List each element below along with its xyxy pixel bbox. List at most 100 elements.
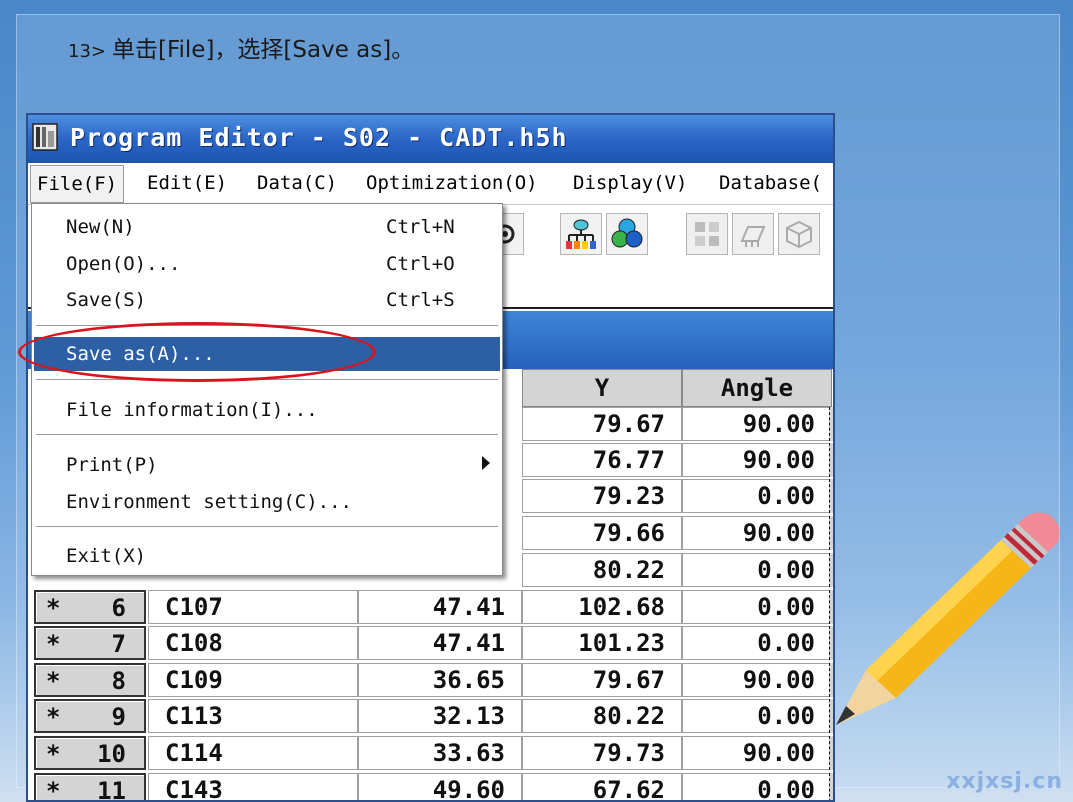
table-row[interactable]: * 10 C114 33.63 79.73 90.00 [28,736,833,772]
menu-item-open[interactable]: Open(O)... Ctrl+O [34,247,500,281]
table-row[interactable]: * 9 C113 32.13 80.22 0.00 [28,699,833,735]
cell-x[interactable]: 32.13 [358,699,522,733]
feeder-icon [740,226,766,247]
component-tree-icon [566,219,596,249]
table-row[interactable]: * 6 C107 47.41 102.68 0.00 [28,590,833,626]
menu-item-environment-setting[interactable]: Environment setting(C)... [34,485,500,519]
row-edge [829,407,833,441]
row-number: 6 [111,594,126,622]
feeder-button[interactable] [732,213,774,255]
menu-item-label: New(N) [66,216,135,238]
cell-y[interactable]: 79.67 [522,407,682,441]
menu-display[interactable]: Display(V) [573,172,687,194]
menu-item-label: File information(I)... [66,399,318,421]
row-mark: * [46,667,61,695]
menu-item-shortcut: Ctrl+N [386,216,455,238]
menu-item-label: Environment setting(C)... [66,491,352,513]
row-index[interactable]: * 6 [34,590,146,624]
column-header-y[interactable]: Y [522,369,682,407]
row-number: 9 [111,703,126,731]
table-row[interactable]: * 8 C109 36.65 79.67 90.00 [28,663,833,699]
menu-item-file-information[interactable]: File information(I)... [34,393,500,427]
menu-item-shortcut: Ctrl+S [386,289,455,311]
row-mark: * [46,703,61,731]
cell-angle[interactable]: 90.00 [682,736,832,770]
cell-y[interactable]: 79.23 [522,479,682,513]
row-index[interactable]: * 10 [34,736,146,770]
menu-item-save[interactable]: Save(S) Ctrl+S [34,283,500,317]
pencil-illustration [836,512,1060,725]
title-bar[interactable]: Program Editor - S02 - CADT.h5h [28,115,833,163]
cell-angle[interactable]: 0.00 [682,773,832,800]
cell-y[interactable]: 101.23 [522,626,682,660]
color-circles-button[interactable] [606,213,648,255]
cell-y[interactable]: 80.22 [522,553,682,587]
menu-edit[interactable]: Edit(E) [147,172,227,194]
cell-y[interactable]: 79.67 [522,663,682,697]
cell-x[interactable]: 47.41 [358,590,522,624]
menu-item-print[interactable]: Print(P) [34,448,500,482]
row-mark: * [46,777,61,802]
column-header-angle[interactable]: Angle [682,369,832,407]
program-app-icon [32,123,58,151]
row-index[interactable]: * 8 [34,663,146,697]
cell-x[interactable]: 49.60 [358,773,522,800]
cell-x[interactable]: 36.65 [358,663,522,697]
box-button[interactable] [778,213,820,255]
cell-angle[interactable]: 0.00 [682,553,832,587]
menu-item-new[interactable]: New(N) Ctrl+N [34,210,500,244]
color-circles-icon [611,218,643,248]
cell-x[interactable]: 33.63 [358,736,522,770]
cell-ref[interactable]: C107 [148,590,358,624]
cell-y[interactable]: 79.73 [522,736,682,770]
cell-ref[interactable]: C109 [148,663,358,697]
step-text: 单击[File]，选择[Save as]。 [112,37,415,63]
row-mark: * [46,594,61,622]
cell-ref[interactable]: C113 [148,699,358,733]
row-index[interactable]: * 11 [34,773,146,802]
menu-item-label: Save(S) [66,289,147,311]
row-index[interactable]: * 7 [34,626,146,660]
cell-y[interactable]: 76.77 [522,443,682,477]
grid-icon [695,222,719,246]
cell-ref[interactable]: C114 [148,736,358,770]
menu-item-exit[interactable]: Exit(X) [34,539,500,573]
row-mark: * [46,740,61,768]
grid-button[interactable] [686,213,728,255]
cell-ref[interactable]: C108 [148,626,358,660]
menu-optimization[interactable]: Optimization(O) [366,172,538,194]
menu-item-shortcut: Ctrl+O [386,253,455,275]
cell-y[interactable]: 67.62 [522,773,682,800]
cell-angle[interactable]: 90.00 [682,443,832,477]
watermark: xxjxsj.cn [946,769,1063,794]
menu-separator [36,434,498,436]
menu-item-label: Print(P) [66,454,158,476]
component-tree-button[interactable] [560,213,602,255]
cell-angle[interactable]: 0.00 [682,626,832,660]
cell-angle[interactable]: 0.00 [682,479,832,513]
cell-angle[interactable]: 90.00 [682,663,832,697]
cell-y[interactable]: 80.22 [522,699,682,733]
table-row[interactable]: * 11 C143 49.60 67.62 0.00 [28,773,833,802]
cell-y[interactable]: 79.66 [522,516,682,550]
cell-angle[interactable]: 0.00 [682,590,832,624]
row-number: 11 [97,777,126,802]
row-index[interactable]: * 9 [34,699,146,733]
cell-angle[interactable]: 90.00 [682,407,832,441]
cell-angle[interactable]: 0.00 [682,699,832,733]
table-row[interactable]: * 7 C108 47.41 101.23 0.00 [28,626,833,662]
row-number: 8 [111,667,126,695]
window-title: Program Editor - S02 - CADT.h5h [70,123,568,152]
step-number: 13> [68,41,106,62]
menu-file[interactable]: File(F) [30,165,125,203]
menu-separator [36,526,498,528]
menu-data[interactable]: Data(C) [257,172,337,194]
row-number: 10 [97,740,126,768]
row-edge [829,443,833,477]
cell-angle[interactable]: 90.00 [682,516,832,550]
cell-y[interactable]: 102.68 [522,590,682,624]
menu-database[interactable]: Database( [719,172,822,194]
box-icon [786,220,812,249]
cell-x[interactable]: 47.41 [358,626,522,660]
cell-ref[interactable]: C143 [148,773,358,800]
